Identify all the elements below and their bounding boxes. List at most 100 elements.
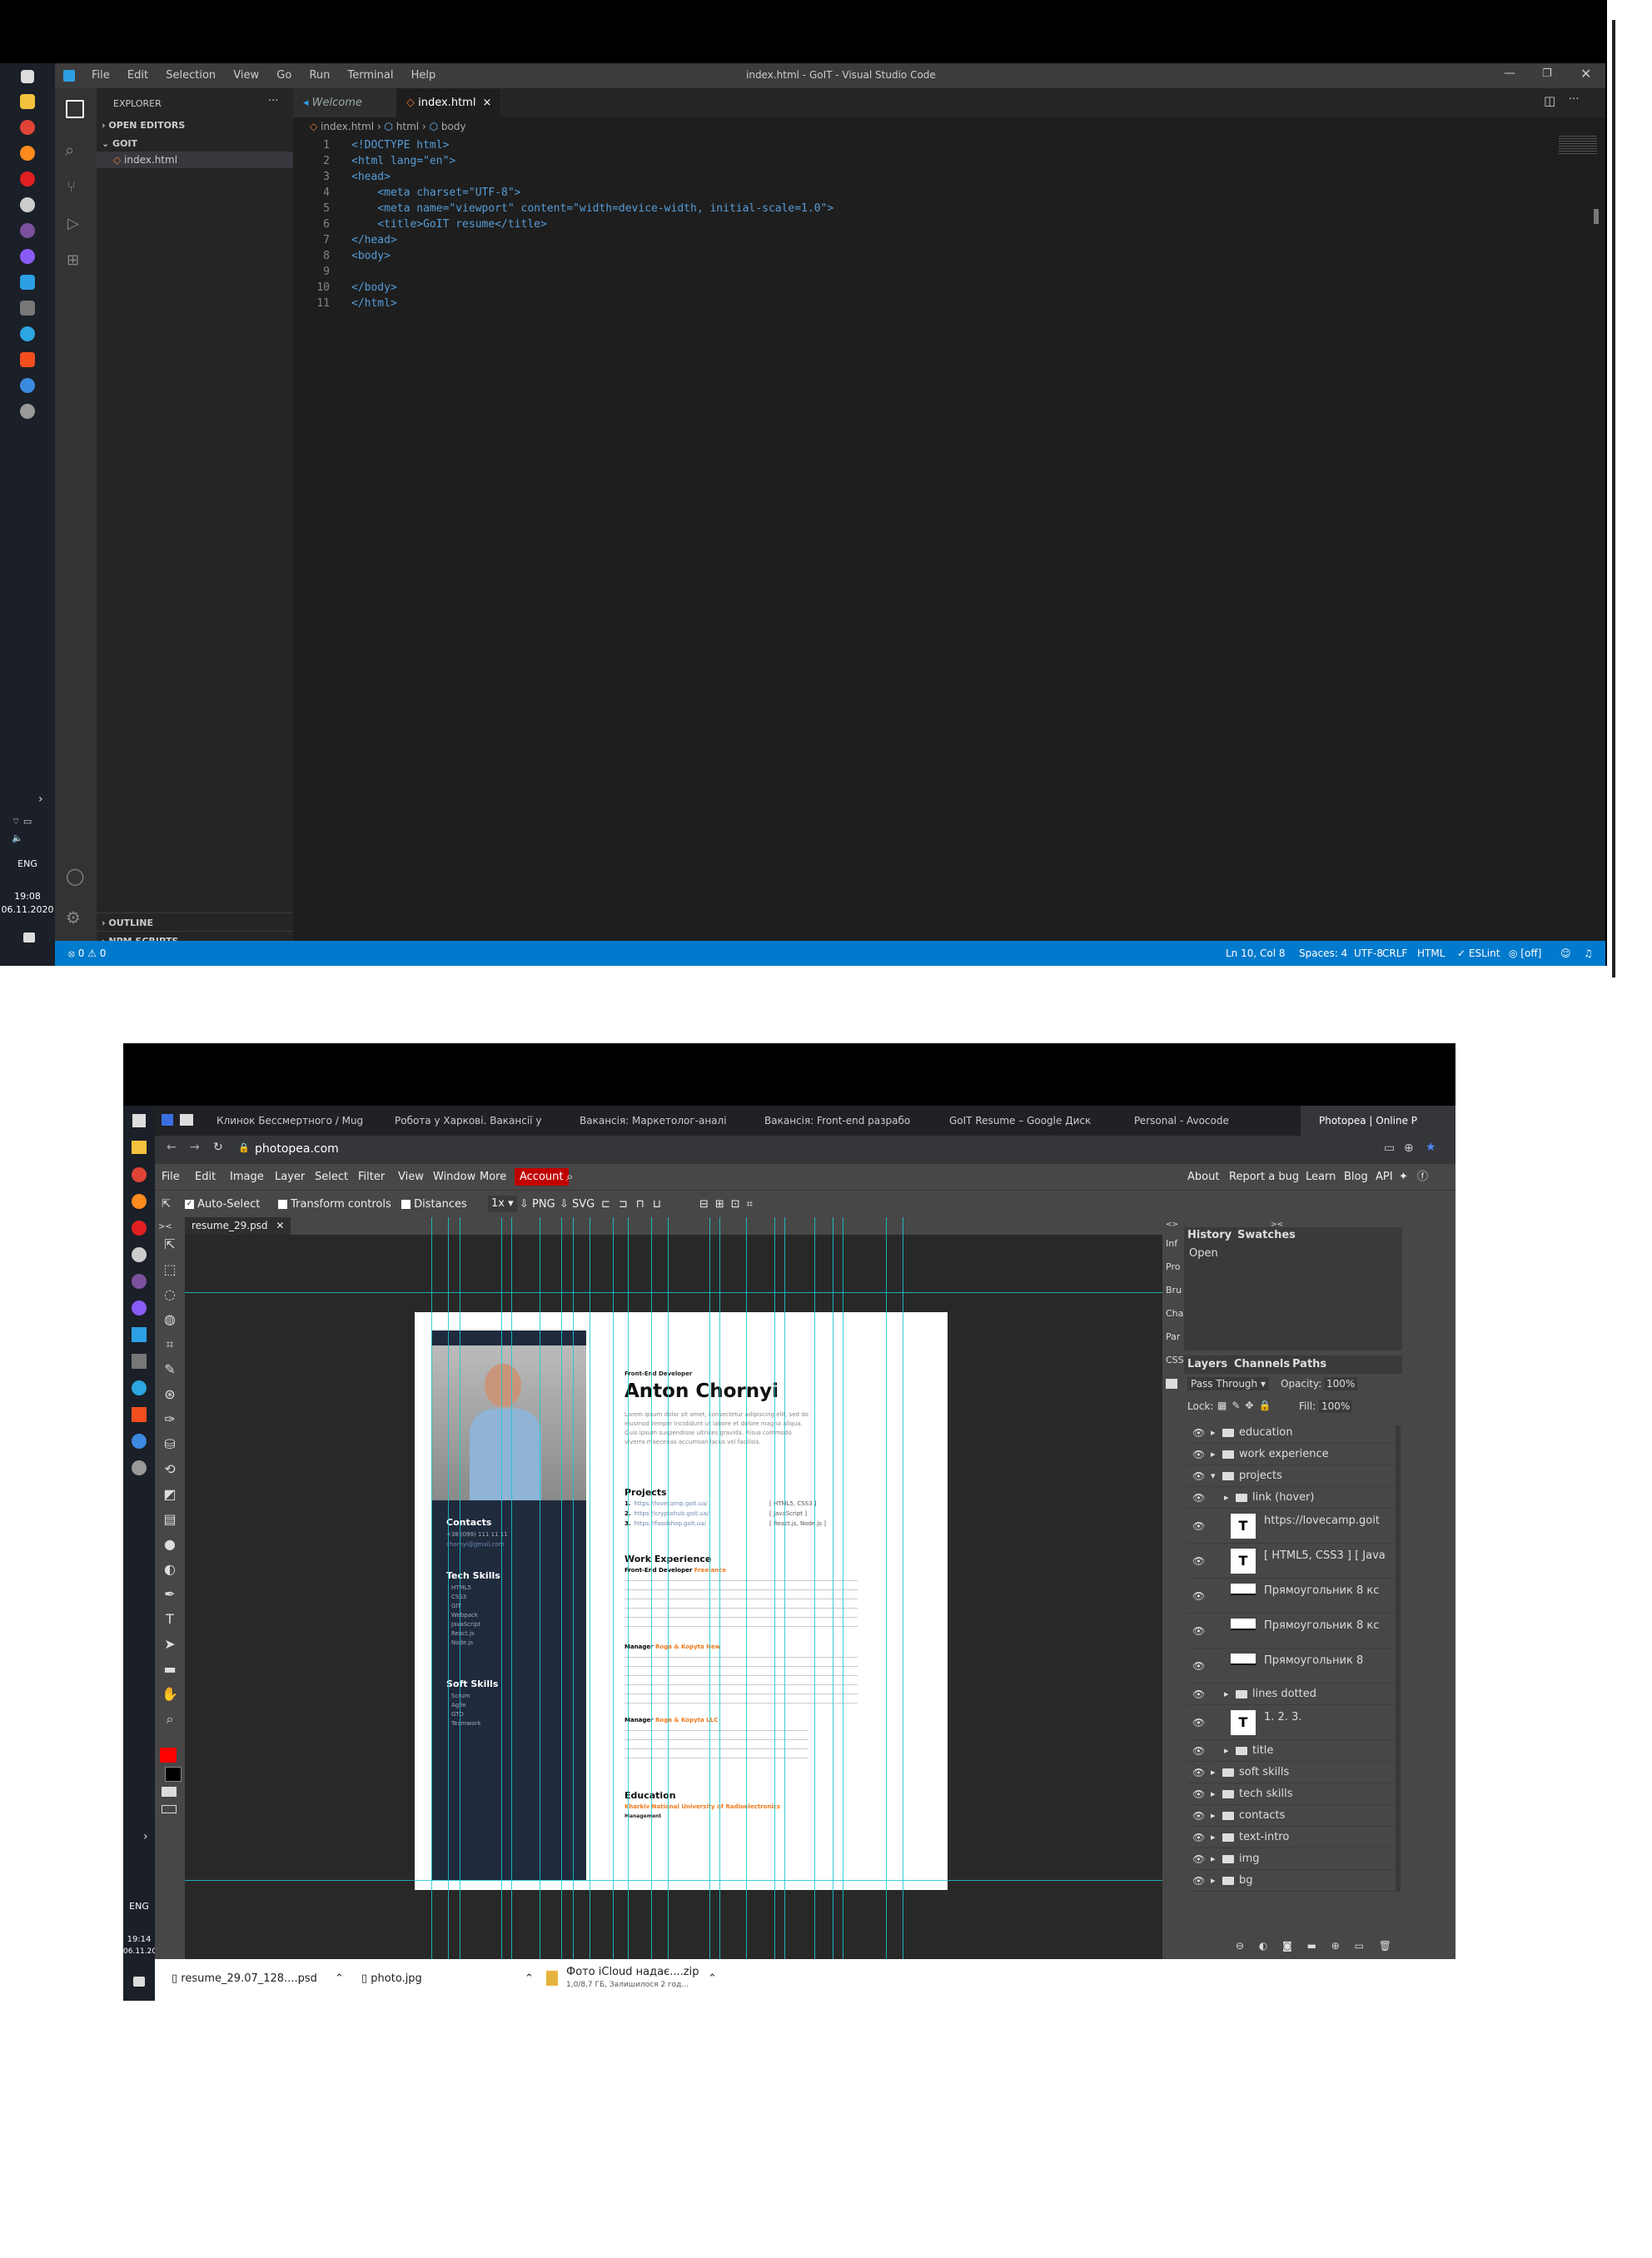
vscode-taskbar-icon[interactable] [20, 275, 35, 290]
tab-layers[interactable]: Layers [1187, 1358, 1227, 1370]
menu-selection[interactable]: Selection [166, 69, 216, 82]
visibility-eye-icon[interactable]: 👁 [1192, 1827, 1206, 1848]
layer-row[interactable]: 👁 ▾ projects [1187, 1465, 1399, 1487]
panel-paragraph[interactable]: Par [1166, 1325, 1184, 1349]
align-icons[interactable]: ⊏⊐⊓⊔ [601, 1191, 669, 1218]
visibility-eye-icon[interactable]: 👁 [1192, 1579, 1206, 1614]
chevron-right-icon[interactable]: ▸ [1211, 1422, 1216, 1444]
browser-icon[interactable] [20, 197, 35, 212]
minimap[interactable] [1559, 136, 1597, 154]
file-item-index[interactable]: ◇ index.html [97, 152, 293, 168]
opacity-input[interactable]: 100% [1324, 1377, 1358, 1390]
yandex-icon[interactable] [20, 172, 35, 187]
browser-tab-4[interactable]: Вакансія: Front-end разрабо [746, 1106, 925, 1136]
windows-start-icon[interactable] [21, 70, 34, 83]
canvas-area[interactable]: resume_29.psd ✕ Contacts +38 (099) 111 1… [185, 1217, 1162, 1959]
more-actions-icon[interactable]: ··· [268, 95, 278, 107]
stamp-tool-icon[interactable]: ⛁ [155, 1432, 185, 1457]
link-api[interactable]: API [1376, 1164, 1393, 1190]
foreground-color-swatch[interactable] [160, 1748, 177, 1763]
code-line[interactable]: 7 </head> [293, 232, 397, 248]
healing-tool-icon[interactable]: ⊛ [155, 1382, 185, 1407]
layer-row[interactable]: 👁 Прямоугольник 8 [1187, 1649, 1399, 1684]
visibility-eye-icon[interactable]: 👁 [1192, 1614, 1206, 1649]
code-line[interactable]: 1 <!DOCTYPE html> [293, 137, 449, 153]
visibility-eye-icon[interactable]: 👁 [1192, 1870, 1206, 1892]
telegram-icon[interactable] [20, 326, 35, 341]
history-item[interactable]: Open [1189, 1247, 1218, 1260]
search-icon[interactable]: ⌕ [65, 140, 74, 160]
link-learn[interactable]: Learn [1306, 1164, 1336, 1190]
link-report-bug[interactable]: Report a bug [1229, 1164, 1299, 1190]
zoom-tool-icon[interactable]: ⌕ [155, 1707, 185, 1732]
forward-icon[interactable]: → [190, 1141, 200, 1154]
volume-icon[interactable]: 🔈 [12, 833, 23, 843]
chevron-right-icon[interactable]: ▸ [1224, 1487, 1229, 1509]
scrollbar-thumb[interactable] [1594, 209, 1599, 224]
layer-row[interactable]: 👁 ▸ education [1187, 1422, 1399, 1444]
split-editor-icon[interactable]: ◫ [1544, 93, 1555, 108]
browser-tab-3[interactable]: Вакансія: Маркетолог-аналі [561, 1106, 740, 1136]
encoding[interactable]: UTF-8 [1354, 941, 1383, 966]
chevron-right-icon[interactable]: ▸ [1211, 1805, 1216, 1827]
chevron-right-icon[interactable]: ▸ [1224, 1684, 1229, 1705]
visibility-eye-icon[interactable]: 👁 [1192, 1783, 1206, 1805]
hand-tool-icon[interactable]: ✋ [155, 1682, 185, 1707]
visibility-eye-icon[interactable]: 👁 [1192, 1684, 1206, 1705]
breadcrumb-body[interactable]: body [441, 121, 466, 132]
move-tool-icon[interactable]: ⇱ [162, 1191, 171, 1218]
account-icon[interactable]: ◯ [66, 866, 84, 886]
back-icon[interactable]: ← [167, 1141, 177, 1154]
browser-tab-6[interactable]: Personal - Avocode [1116, 1106, 1295, 1136]
app-icon-2[interactable] [132, 1460, 147, 1475]
minimize-button[interactable]: — [1504, 67, 1515, 80]
brush-tool-icon[interactable]: ✑ [155, 1407, 185, 1432]
chrome-icon[interactable] [20, 120, 35, 135]
layer-row[interactable]: 👁 ▸ soft skills [1187, 1762, 1399, 1783]
export-png-button[interactable]: ⇩ PNG [520, 1191, 555, 1218]
download-item-2[interactable]: ▯ photo.jpg ⌃ [361, 1972, 540, 1985]
screen-mode-icon[interactable] [162, 1805, 177, 1813]
menu-file[interactable]: File [162, 1164, 180, 1190]
explorer-icon[interactable] [66, 100, 84, 118]
visibility-eye-icon[interactable]: 👁 [1192, 1740, 1206, 1762]
export-svg-button[interactable]: ⇩ SVG [560, 1191, 595, 1218]
taskbar-date[interactable]: 06.11.2020 [123, 1946, 155, 1957]
pen-tool-icon[interactable]: ✒ [155, 1582, 185, 1607]
firefox-icon[interactable] [132, 1194, 147, 1209]
indentation[interactable]: Spaces: 4 [1299, 941, 1347, 966]
code-editor[interactable]: ◇ index.html › ⬡ html › ⬡ body 1 <!DOCTYP… [293, 117, 1605, 941]
messenger-icon[interactable] [20, 249, 35, 264]
browser-icon[interactable] [132, 1247, 147, 1262]
app-icon[interactable] [20, 301, 35, 316]
globe-icon[interactable] [132, 1434, 147, 1449]
code-line[interactable]: 8 <body> [293, 248, 391, 264]
browser-tab-2[interactable]: Робота у Харкові. Вакансії у [376, 1106, 555, 1136]
code-line[interactable]: 3 <head> [293, 169, 391, 185]
type-tool-icon[interactable]: T [155, 1607, 185, 1632]
figma-icon[interactable] [132, 1407, 147, 1422]
bookmark-star-icon[interactable]: ★ [1426, 1141, 1436, 1154]
chevron-up-icon[interactable]: ⌃ [708, 1972, 717, 1985]
layer-row[interactable]: 👁 ▸ tech skills [1187, 1783, 1399, 1805]
layers-footer-icons[interactable]: ⊖ ◐ ◙ ▬ ⊕ ▭ 🗑 [1184, 1940, 1402, 1957]
visibility-eye-icon[interactable]: 👁 [1192, 1705, 1206, 1740]
visibility-eye-icon[interactable]: 👁 [1192, 1444, 1206, 1465]
visibility-eye-icon[interactable]: 👁 [1192, 1422, 1206, 1444]
browser-tab-active[interactable]: Photopea | Online P [1301, 1106, 1455, 1136]
network-icon[interactable]: ⌔ ▭ [12, 816, 32, 828]
move-tool-icon[interactable]: ⇱ [155, 1232, 185, 1257]
code-line[interactable]: 2 <html lang="en"> [293, 153, 455, 169]
menu-more[interactable]: More [480, 1164, 506, 1190]
cursor-position[interactable]: Ln 10, Col 8 [1226, 941, 1286, 966]
image-icon[interactable] [1166, 1379, 1177, 1389]
path-select-tool-icon[interactable]: ➤ [155, 1632, 185, 1657]
panel-brush[interactable]: Bru [1166, 1279, 1184, 1302]
firefox-icon[interactable] [20, 146, 35, 161]
close-tab-icon[interactable]: × [482, 97, 491, 109]
chevron-up-icon[interactable]: ⌃ [335, 1972, 344, 1985]
menu-select[interactable]: Select [315, 1164, 348, 1190]
browser-tab-5[interactable]: GoIT Resume – Google Диск [931, 1106, 1110, 1136]
menu-file[interactable]: File [92, 69, 110, 82]
viber-icon[interactable] [132, 1274, 147, 1289]
